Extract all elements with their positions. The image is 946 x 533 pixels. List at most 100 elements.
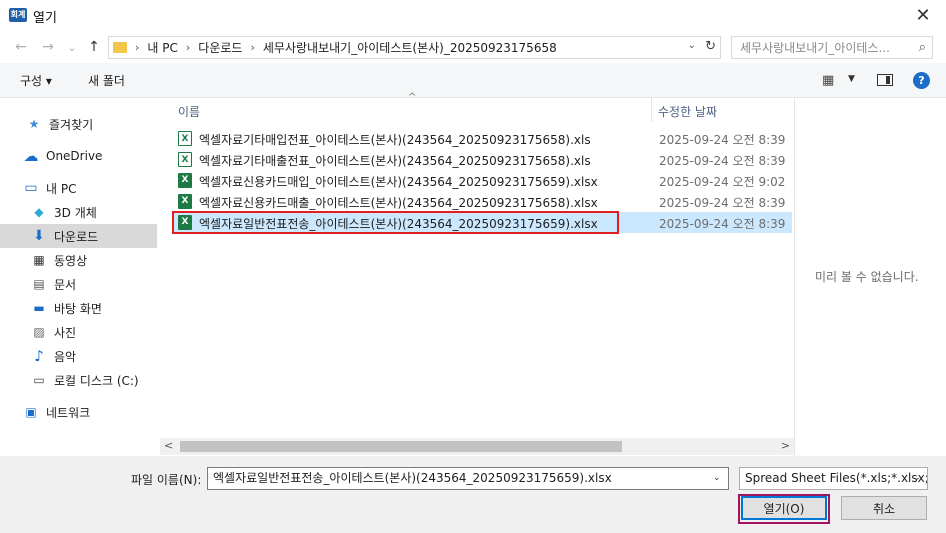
network-icon: ▣: [25, 405, 37, 419]
sidebar-item-videos[interactable]: ▦ 동영상: [0, 248, 157, 272]
sidebar-item-downloads[interactable]: ⬇ 다운로드: [0, 224, 157, 248]
scroll-right-icon[interactable]: >: [781, 439, 790, 452]
file-row[interactable]: X 엑셀자료신용카드매출_아이테스트(본사)(243564_2025092317…: [172, 191, 792, 212]
search-icon[interactable]: ⌕: [919, 40, 926, 55]
filename-label: 파일 이름(N):: [131, 473, 202, 487]
scrollbar-thumb[interactable]: [180, 441, 622, 452]
file-date: 2025-09-24 오전 9:02: [659, 175, 786, 189]
file-date: 2025-09-24 오전 8:39: [659, 133, 786, 147]
window-title: 열기: [33, 11, 57, 26]
command-toolbar: 구성 ▾ 새 폴더 ▦ ▼ ?: [0, 63, 946, 98]
sidebar-item-favorites[interactable]: ★ 즐겨찾기: [0, 112, 157, 136]
cube-icon: ◆: [34, 205, 44, 219]
folder-icon: [113, 42, 127, 53]
download-icon: ⬇: [33, 228, 45, 244]
address-row: ← → ⌄ ↑ › 내 PC › 다운로드 › 세무사랑내보내기_아이테스트(본…: [0, 31, 946, 63]
column-divider[interactable]: [651, 98, 652, 122]
back-arrow-icon[interactable]: ←: [11, 37, 31, 57]
sidebar-item-label: 내 PC: [46, 181, 77, 196]
forward-arrow-icon[interactable]: →: [38, 37, 58, 57]
sidebar-item-label: 사진: [54, 325, 77, 340]
file-row[interactable]: X 엑셀자료기타매입전표_아이테스트(본사)(243564_2025092317…: [172, 128, 792, 149]
up-arrow-icon[interactable]: ↑: [84, 37, 104, 57]
new-folder-button[interactable]: 새 폴더: [88, 72, 125, 89]
selection-highlight-annotation: [172, 211, 619, 234]
scroll-left-icon[interactable]: <: [164, 439, 173, 452]
sidebar-item-label: 동영상: [54, 253, 88, 268]
video-icon: ▦: [33, 253, 45, 267]
excel-file-icon: X: [178, 194, 192, 209]
column-header-date-modified[interactable]: 수정한 날짜: [658, 103, 717, 120]
file-list-pane: ^ 이름 수정한 날짜 X 엑셀자료기타매입전표_아이테스트(본사)(24356…: [160, 92, 794, 456]
computer-icon: ▭: [24, 180, 38, 196]
file-row[interactable]: X 엑셀자료신용카드매입_아이테스트(본사)(243564_2025092317…: [172, 170, 792, 191]
filename-dropdown-icon[interactable]: ⌄: [713, 473, 721, 483]
sidebar-item-onedrive[interactable]: ☁ OneDrive: [0, 144, 157, 168]
file-name: 엑셀자료신용카드매입_아이테스트(본사)(243564_202509231756…: [199, 175, 598, 189]
cancel-button[interactable]: 취소: [841, 496, 927, 520]
file-date: 2025-09-24 오전 8:39: [659, 154, 786, 168]
file-date: 2025-09-24 오전 8:39: [659, 217, 786, 231]
sidebar-item-documents[interactable]: ▤ 문서: [0, 272, 157, 296]
breadcrumb-separator: ›: [135, 41, 140, 54]
disk-icon: ▭: [33, 373, 45, 387]
file-row[interactable]: X 엑셀자료기타매출전표_아이테스트(본사)(243564_2025092317…: [172, 149, 792, 170]
breadcrumb-separator: ›: [185, 41, 191, 54]
sidebar-item-label: 3D 개체: [54, 205, 97, 220]
sidebar-item-label: 네트워크: [46, 405, 91, 420]
open-button-highlight-annotation: [738, 494, 830, 524]
view-options-icon[interactable]: ▦: [822, 73, 834, 88]
sidebar-item-desktop[interactable]: ▬ 바탕 화면: [0, 296, 157, 320]
breadcrumb-this-pc[interactable]: 내 PC: [147, 39, 177, 56]
excel-file-icon: X: [178, 173, 192, 188]
search-placeholder: 세무사랑내보내기_아이테스...: [740, 41, 890, 55]
sidebar-item-local-disk[interactable]: ▭ 로컬 디스크 (C:): [0, 368, 157, 392]
sidebar-item-pictures[interactable]: ▨ 사진: [0, 320, 157, 344]
recent-locations-chevron-icon[interactable]: ⌄: [62, 37, 82, 57]
document-icon: ▤: [33, 277, 45, 291]
file-name: 엑셀자료기타매입전표_아이테스트(본사)(243564_202509231756…: [199, 133, 591, 147]
desktop-icon: ▬: [33, 301, 45, 315]
sidebar-item-label: 로컬 디스크 (C:): [54, 373, 139, 388]
file-name: 엑셀자료신용카드매출_아이테스트(본사)(243564_202509231756…: [199, 196, 598, 210]
sidebar-item-3d-objects[interactable]: ◆ 3D 개체: [0, 200, 157, 224]
horizontal-scrollbar[interactable]: < >: [160, 438, 794, 455]
organize-button[interactable]: 구성 ▾: [20, 72, 52, 89]
sidebar-item-label: 문서: [54, 277, 77, 292]
filter-dropdown-icon[interactable]: ⌄: [913, 473, 921, 483]
picture-icon: ▨: [33, 325, 45, 339]
sidebar-item-label: 바탕 화면: [54, 301, 102, 316]
file-name: 엑셀자료기타매출전표_아이테스트(본사)(243564_202509231756…: [199, 154, 591, 168]
filename-input[interactable]: 엑셀자료일반전표전송_아이테스트(본사)(243564_202509231756…: [207, 467, 729, 490]
refresh-icon[interactable]: ↻: [705, 39, 716, 54]
view-dropdown-icon[interactable]: ▼: [848, 74, 855, 84]
address-bar[interactable]: › 내 PC › 다운로드 › 세무사랑내보내기_아이테스트(본사)_20250…: [108, 36, 721, 59]
file-type-filter-select[interactable]: Spread Sheet Files(*.xls;*.xlsx;*: [739, 467, 928, 490]
search-input[interactable]: 세무사랑내보내기_아이테스... ⌕: [731, 36, 933, 59]
cloud-icon: ☁: [23, 147, 39, 165]
sidebar-item-network[interactable]: ▣ 네트워크: [0, 400, 157, 424]
app-icon: 회계: [9, 8, 27, 22]
sidebar-item-label: OneDrive: [46, 149, 103, 163]
help-icon[interactable]: ?: [913, 72, 930, 89]
column-header-name[interactable]: 이름: [178, 103, 200, 120]
breadcrumb-current-folder[interactable]: 세무사랑내보내기_아이테스트(본사)_20250923175658: [263, 39, 557, 56]
star-icon: ★: [28, 117, 40, 131]
preview-pane-icon[interactable]: [877, 74, 893, 86]
music-icon: ♪: [34, 347, 44, 365]
excel-file-icon: X: [178, 152, 192, 167]
sidebar-item-label: 음악: [54, 349, 77, 364]
excel-file-icon: X: [178, 131, 192, 146]
sidebar-item-music[interactable]: ♪ 음악: [0, 344, 157, 368]
sidebar-item-label: 다운로드: [54, 229, 99, 244]
sidebar-item-this-pc[interactable]: ▭ 내 PC: [0, 176, 157, 200]
breadcrumb-separator: ›: [250, 41, 255, 54]
close-button[interactable]: ✕: [900, 0, 946, 31]
sidebar-item-label: 즐겨찾기: [49, 117, 94, 132]
navigation-pane: ★ 즐겨찾기 ☁ OneDrive ▭ 내 PC ◆ 3D 개체 ⬇ 다운로드 …: [0, 98, 160, 456]
file-date: 2025-09-24 오전 8:39: [659, 196, 786, 210]
sort-ascending-icon: ^: [408, 92, 417, 103]
breadcrumb-downloads[interactable]: 다운로드: [198, 39, 242, 56]
title-bar: 회계 열기 ✕: [0, 0, 946, 31]
address-history-chevron-icon[interactable]: ⌄: [688, 40, 696, 51]
